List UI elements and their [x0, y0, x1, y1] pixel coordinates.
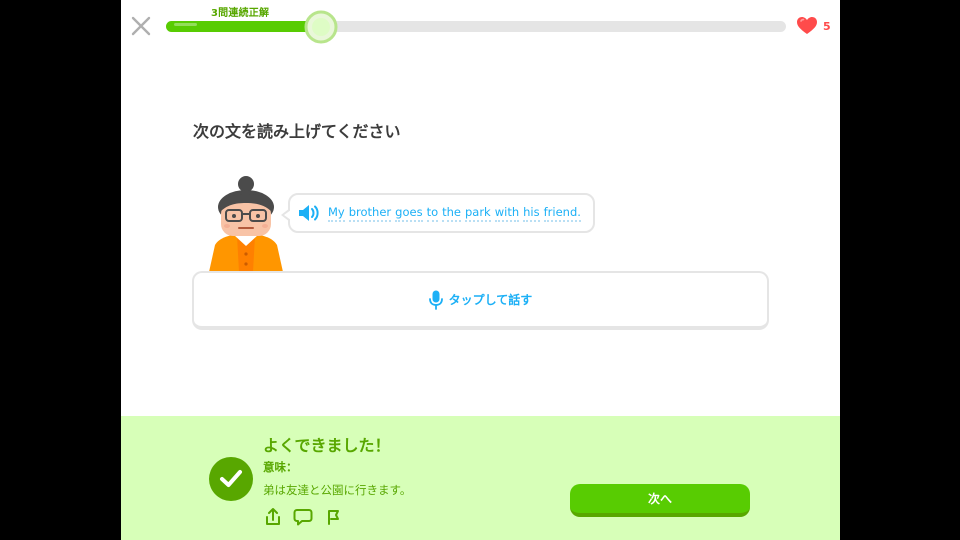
- sentence-word[interactable]: the: [442, 205, 461, 222]
- meaning-label: 意味：: [263, 460, 298, 474]
- progress-fill: [166, 21, 321, 32]
- streak-label: 3問連続正解: [211, 8, 270, 19]
- heart-icon: [797, 17, 817, 34]
- sentence-word[interactable]: brother: [348, 205, 392, 222]
- report-button[interactable]: [323, 507, 343, 527]
- progress-marker: [304, 10, 338, 44]
- comment-icon: [293, 509, 313, 526]
- meaning-text: 弟は友達と公園に行きます。: [263, 483, 412, 497]
- sentence-word[interactable]: goes: [395, 205, 423, 222]
- share-button[interactable]: [263, 507, 283, 527]
- comment-button[interactable]: [293, 507, 313, 527]
- hearts-count: 5: [823, 19, 831, 33]
- sentence-word[interactable]: friend.: [543, 205, 581, 222]
- hearts-counter[interactable]: 5: [797, 17, 831, 35]
- character-avatar: [207, 172, 287, 272]
- sentence-word[interactable]: with: [494, 205, 520, 222]
- tap-to-speak-button[interactable]: タップして話す: [192, 271, 769, 330]
- close-icon: [131, 16, 151, 36]
- next-button[interactable]: 次へ: [570, 484, 750, 517]
- speech-bubble[interactable]: My brother goes to the park with his friend.: [281, 193, 595, 233]
- feedback-title: よくできました！: [263, 436, 391, 455]
- correct-badge: [209, 457, 253, 501]
- sentence-word[interactable]: park: [464, 205, 491, 222]
- speech-bubble-tail: [281, 208, 291, 222]
- microphone-icon: [428, 290, 443, 310]
- feedback-actions: [263, 507, 343, 527]
- report-flag-icon: [328, 510, 339, 525]
- progress-highlight: [174, 23, 197, 26]
- share-icon: [266, 508, 280, 525]
- sentence-word[interactable]: his: [523, 205, 540, 222]
- prompt-title: 次の文を読み上げてください: [193, 122, 401, 141]
- lesson-screen: 3問連続正解 5 次の文を読み上げてください My brother goes t…: [121, 0, 840, 540]
- checkmark-icon: [220, 470, 242, 487]
- progress-bar: [166, 10, 786, 44]
- sentence-text: My brother goes to the park with his friend.: [328, 205, 581, 222]
- speaker-icon[interactable]: [298, 204, 320, 222]
- feedback-panel: よくできました！ 意味： 弟は友達と公園に行きます。 次へ: [121, 416, 840, 540]
- tap-to-speak-label: タップして話す: [448, 293, 533, 307]
- sentence-word[interactable]: to: [426, 205, 439, 222]
- close-button[interactable]: [129, 14, 153, 38]
- sentence-word[interactable]: My: [328, 205, 345, 222]
